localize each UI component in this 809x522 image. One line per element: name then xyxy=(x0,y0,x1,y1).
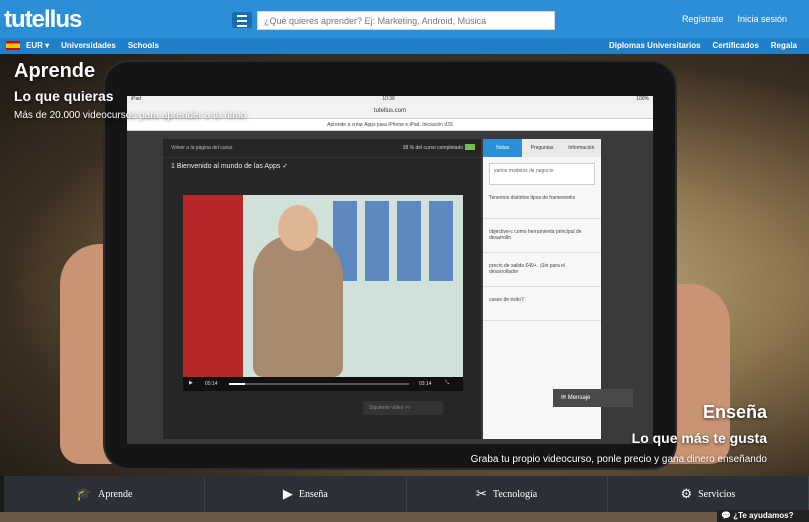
nav-label: Aprende xyxy=(98,488,133,500)
note-item: cases de éxito? xyxy=(483,287,601,321)
tablet-screen: iPad 10:36 100% tutellus.com Aprende a c… xyxy=(127,96,653,444)
help-label: ¿Te ayudamos? xyxy=(733,511,794,520)
graduation-cap-icon: 🎓 xyxy=(75,486,92,501)
course-panel: Volver a la página del curso 38 % del cu… xyxy=(163,139,481,439)
lifebuoy-icon: ⚙ xyxy=(680,486,693,501)
diplomas-link[interactable]: Diplomas Universitarios xyxy=(609,41,701,50)
nav-aprende[interactable]: 🎓 Aprende xyxy=(4,476,206,512)
tab-informacion: Información xyxy=(568,145,595,151)
nav-tecnologia[interactable]: ✂ Tecnología xyxy=(407,476,608,512)
course-panel-header: Volver a la página del curso 38 % del cu… xyxy=(163,139,481,157)
message-button: ✉ Mensaje xyxy=(553,389,633,407)
notes-tabs: Notas Preguntas Información xyxy=(483,139,601,157)
nav-servicios[interactable]: ⚙ Servicios xyxy=(608,476,809,512)
sub-navigation: EUR ▾ Universidades Schools Diplomas Uni… xyxy=(0,38,809,54)
teach-tagline: Graba tu propio videocurso, ponle precio… xyxy=(470,454,767,465)
device-time: 10:36 xyxy=(382,96,395,102)
universidades-link[interactable]: Universidades xyxy=(61,41,116,50)
tools-icon: ✂ xyxy=(476,486,487,501)
nav-ensena[interactable]: ▶ Enseña xyxy=(205,476,407,512)
video-app-icons xyxy=(333,201,453,281)
fullscreen-icon: ⤡ xyxy=(445,380,450,386)
video-seek-fill xyxy=(229,383,245,385)
search-input[interactable] xyxy=(257,11,555,30)
video-seek-track xyxy=(229,383,409,385)
note-input: varios modelos de negocio xyxy=(489,163,595,185)
spain-flag-icon[interactable] xyxy=(6,41,20,50)
video-background-wall xyxy=(183,195,243,377)
menu-button[interactable] xyxy=(232,12,252,28)
tablet-status-bar: iPad 10:36 100% xyxy=(127,96,653,104)
current-time: 00:14 xyxy=(205,381,218,387)
hero-subtitle: Lo que quieras xyxy=(14,88,114,104)
progress-indicator xyxy=(465,144,475,150)
login-link[interactable]: Inicia sesión xyxy=(737,14,787,24)
total-time: 03:14 xyxy=(419,381,432,387)
back-to-course-link: Volver a la página del curso xyxy=(171,145,233,151)
teach-title: Enseña xyxy=(702,402,767,422)
note-item: Tenemos distintos tipos de frameworks xyxy=(483,185,601,219)
url-text: tutellus.com xyxy=(373,108,406,114)
hero-title: Aprende xyxy=(14,60,96,82)
nav-label: Enseña xyxy=(298,488,328,500)
footer-strip xyxy=(0,512,809,522)
player-area: Volver a la página del curso 38 % del cu… xyxy=(127,131,653,444)
sub-nav-left: EUR ▾ Universidades Schools xyxy=(26,41,159,50)
note-item: objective-c como herramienta principal d… xyxy=(483,219,601,253)
video-frame xyxy=(183,195,463,377)
schools-link[interactable]: Schools xyxy=(128,41,159,50)
device-label: iPad xyxy=(131,96,142,102)
lesson-row: 1 Bienvenido al mundo de las Apps ✓ xyxy=(163,157,481,175)
teach-subtitle: Lo que más te gusta xyxy=(631,430,767,446)
help-chat-button[interactable]: 💬 ¿Te ayudamos? xyxy=(717,510,809,522)
envelope-icon: ✉ xyxy=(561,395,567,401)
progress-text: 38 % del curso completado xyxy=(402,145,463,151)
nav-label: Servicios xyxy=(698,488,736,500)
regala-link[interactable]: Regala xyxy=(771,41,797,50)
account-links: Regístrate Inicia sesión xyxy=(682,14,787,24)
hero-tagline: Más de 20.000 videocursos para aprender … xyxy=(14,110,247,121)
battery-level: 100% xyxy=(636,96,649,102)
sub-nav-right: Diplomas Universitarios Certificados Reg… xyxy=(609,41,797,50)
currency-selector[interactable]: EUR ▾ xyxy=(26,41,49,50)
certificados-link[interactable]: Certificados xyxy=(713,41,759,50)
message-label: Mensaje xyxy=(567,395,591,401)
video-icon: ▶ xyxy=(282,486,293,501)
tab-preguntas: Preguntas xyxy=(530,145,554,151)
video-presenter-head xyxy=(278,205,318,251)
bottom-navigation: 🎓 Aprende ▶ Enseña ✂ Tecnología ⚙ Servic… xyxy=(4,476,809,512)
next-video-button: Siguiente vídeo >> xyxy=(363,401,443,415)
tutellus-logo[interactable]: tutellus xyxy=(4,6,82,34)
chat-icon: 💬 xyxy=(721,511,731,520)
register-link[interactable]: Regístrate xyxy=(682,14,724,24)
note-item: precio de salida €49+. ¡Sin para el desa… xyxy=(483,253,601,287)
nav-label: Tecnología xyxy=(492,488,538,500)
top-header: tutellus Regístrate Inicia sesión xyxy=(0,0,809,38)
video-controls: ▶ 00:14 03:14 ⤡ xyxy=(183,377,463,391)
video-presenter xyxy=(253,235,343,377)
tablet-mockup: iPad 10:36 100% tutellus.com Aprende a c… xyxy=(105,62,675,468)
play-icon: ▶ xyxy=(189,380,193,386)
tab-notas: Notas xyxy=(483,139,523,157)
hero-banner: iPad 10:36 100% tutellus.com Aprende a c… xyxy=(0,54,809,476)
